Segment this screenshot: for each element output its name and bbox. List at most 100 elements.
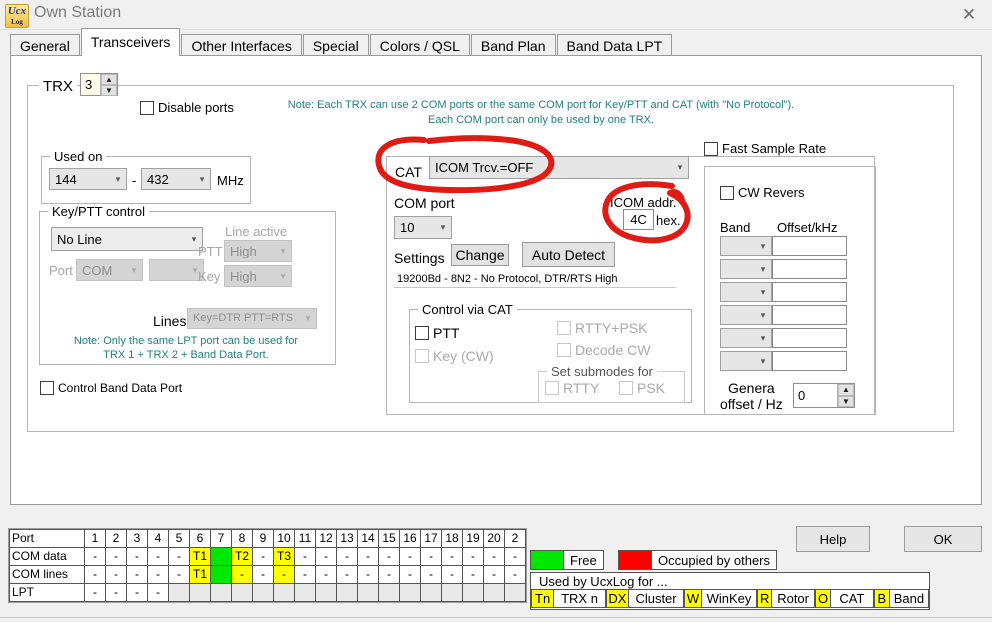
port-cell-10[interactable] xyxy=(273,583,295,602)
disable-ports-box[interactable] xyxy=(140,100,154,115)
port-cell-15[interactable]: - xyxy=(378,565,400,584)
offset-input-3[interactable] xyxy=(772,305,847,325)
ok-button[interactable]: OK xyxy=(904,526,982,552)
port-cell-14[interactable] xyxy=(357,583,379,602)
port-cell-7[interactable] xyxy=(210,547,232,566)
port-cell-2[interactable]: - xyxy=(105,565,127,584)
port-cell-3[interactable]: - xyxy=(126,565,148,584)
cat-decode-cw-checkbox[interactable]: Decode CW xyxy=(557,342,650,358)
port-cell-10[interactable]: - xyxy=(273,565,295,584)
port-cell-3[interactable]: - xyxy=(126,547,148,566)
submode-psk-box[interactable] xyxy=(619,381,633,395)
port-cell-16[interactable]: - xyxy=(399,565,421,584)
port-cell-6[interactable]: T1 xyxy=(189,547,211,566)
port-cell-5[interactable]: - xyxy=(168,565,190,584)
spinner-down-icon[interactable]: ▼ xyxy=(838,395,854,407)
general-offset-spinner[interactable]: 0 ▲ ▼ xyxy=(793,383,855,408)
spinner-down-icon[interactable]: ▼ xyxy=(101,85,117,96)
chevron-down-icon[interactable]: ▾ xyxy=(755,356,771,366)
port-cell-12[interactable]: - xyxy=(315,565,337,584)
chevron-down-icon[interactable]: ▾ xyxy=(275,246,291,256)
port-cell-6[interactable] xyxy=(189,583,211,602)
port-cell-16[interactable]: - xyxy=(399,547,421,566)
fast-sample-rate-box[interactable] xyxy=(704,141,718,156)
chevron-down-icon[interactable]: ▾ xyxy=(755,287,771,297)
key-ptt-port-number-select[interactable]: ▾ xyxy=(149,259,204,281)
chevron-down-icon[interactable]: ▾ xyxy=(126,265,142,275)
key-ptt-port-type-select[interactable]: COM ▾ xyxy=(76,259,143,281)
port-cell-15[interactable] xyxy=(378,583,400,602)
chevron-down-icon[interactable]: ▾ xyxy=(755,310,771,320)
port-cell-15[interactable]: - xyxy=(378,547,400,566)
port-cell-4[interactable]: - xyxy=(147,565,169,584)
port-cell-6[interactable]: T1 xyxy=(189,565,211,584)
port-cell-8[interactable] xyxy=(231,583,253,602)
port-cell-21[interactable]: - xyxy=(504,565,526,584)
cat-ptt-checkbox[interactable]: PTT xyxy=(415,325,459,341)
cat-rtty-psk-checkbox[interactable]: RTTY+PSK xyxy=(557,320,648,336)
port-cell-21[interactable]: - xyxy=(504,547,526,566)
com-port-select[interactable]: 10 ▾ xyxy=(394,216,452,239)
auto-detect-button[interactable]: Auto Detect xyxy=(522,242,615,267)
port-cell-13[interactable]: - xyxy=(336,547,358,566)
trx-spinner[interactable]: 3 ▲ ▼ xyxy=(80,73,118,96)
port-cell-12[interactable] xyxy=(315,583,337,602)
used-on-from-select[interactable]: 144 ▾ xyxy=(49,168,127,190)
port-cell-20[interactable]: - xyxy=(483,565,505,584)
port-cell-4[interactable]: - xyxy=(147,583,169,602)
used-on-to-select[interactable]: 432 ▾ xyxy=(141,168,211,190)
fast-sample-rate-checkbox[interactable]: Fast Sample Rate xyxy=(704,141,826,156)
port-cell-21[interactable] xyxy=(504,583,526,602)
port-cell-11[interactable] xyxy=(294,583,316,602)
chevron-down-icon[interactable]: ▾ xyxy=(275,271,291,281)
port-cell-8[interactable]: T2 xyxy=(231,547,253,566)
band-select-0[interactable]: ▾ xyxy=(720,236,772,256)
port-cell-17[interactable]: - xyxy=(420,547,442,566)
chevron-down-icon[interactable]: ▾ xyxy=(194,174,210,184)
offset-input-0[interactable] xyxy=(772,236,847,256)
port-cell-11[interactable]: - xyxy=(294,565,316,584)
port-cell-18[interactable] xyxy=(441,583,463,602)
port-cell-17[interactable] xyxy=(420,583,442,602)
port-cell-18[interactable]: - xyxy=(441,565,463,584)
cat-key-cw-checkbox[interactable]: Key (CW) xyxy=(415,348,494,364)
cat-protocol-select[interactable]: ICOM Trcv.=OFF ▾ xyxy=(429,156,689,179)
chevron-down-icon[interactable]: ▾ xyxy=(755,264,771,274)
port-cell-7[interactable] xyxy=(210,565,232,584)
port-cell-18[interactable]: - xyxy=(441,547,463,566)
tab-transceivers[interactable]: Transceivers xyxy=(80,28,181,56)
chevron-down-icon[interactable]: ▾ xyxy=(435,223,451,232)
disable-ports-checkbox[interactable]: Disable ports xyxy=(140,100,234,115)
spinner-up-icon[interactable]: ▲ xyxy=(838,384,854,396)
port-cell-16[interactable] xyxy=(399,583,421,602)
port-cell-10[interactable]: T3 xyxy=(273,547,295,566)
chevron-down-icon[interactable]: ▾ xyxy=(300,314,316,323)
port-cell-9[interactable]: - xyxy=(252,565,274,584)
port-cell-13[interactable]: - xyxy=(336,565,358,584)
submode-psk-checkbox[interactable]: PSK xyxy=(619,380,665,396)
port-cell-7[interactable] xyxy=(210,583,232,602)
cw-revers-box[interactable] xyxy=(720,185,734,200)
offset-input-4[interactable] xyxy=(772,328,847,348)
port-cell-1[interactable]: - xyxy=(84,583,106,602)
band-select-3[interactable]: ▾ xyxy=(720,305,772,325)
chevron-down-icon[interactable]: ▾ xyxy=(186,234,202,244)
band-select-5[interactable]: ▾ xyxy=(720,351,772,371)
port-cell-5[interactable] xyxy=(168,583,190,602)
submode-rtty-checkbox[interactable]: RTTY xyxy=(545,380,599,396)
offset-input-5[interactable] xyxy=(772,351,847,371)
port-cell-14[interactable]: - xyxy=(357,547,379,566)
close-icon[interactable]: ✕ xyxy=(946,0,992,30)
port-cell-4[interactable]: - xyxy=(147,547,169,566)
chevron-down-icon[interactable]: ▾ xyxy=(672,163,688,172)
port-cell-20[interactable]: - xyxy=(483,547,505,566)
port-cell-9[interactable] xyxy=(252,583,274,602)
spinner-up-icon[interactable]: ▲ xyxy=(101,74,117,85)
port-cell-14[interactable]: - xyxy=(357,565,379,584)
cat-rtty-psk-box[interactable] xyxy=(557,321,571,335)
offset-input-2[interactable] xyxy=(772,282,847,302)
port-cell-19[interactable] xyxy=(462,583,484,602)
offset-input-1[interactable] xyxy=(772,259,847,279)
port-cell-11[interactable]: - xyxy=(294,547,316,566)
chevron-down-icon[interactable]: ▾ xyxy=(755,333,771,343)
